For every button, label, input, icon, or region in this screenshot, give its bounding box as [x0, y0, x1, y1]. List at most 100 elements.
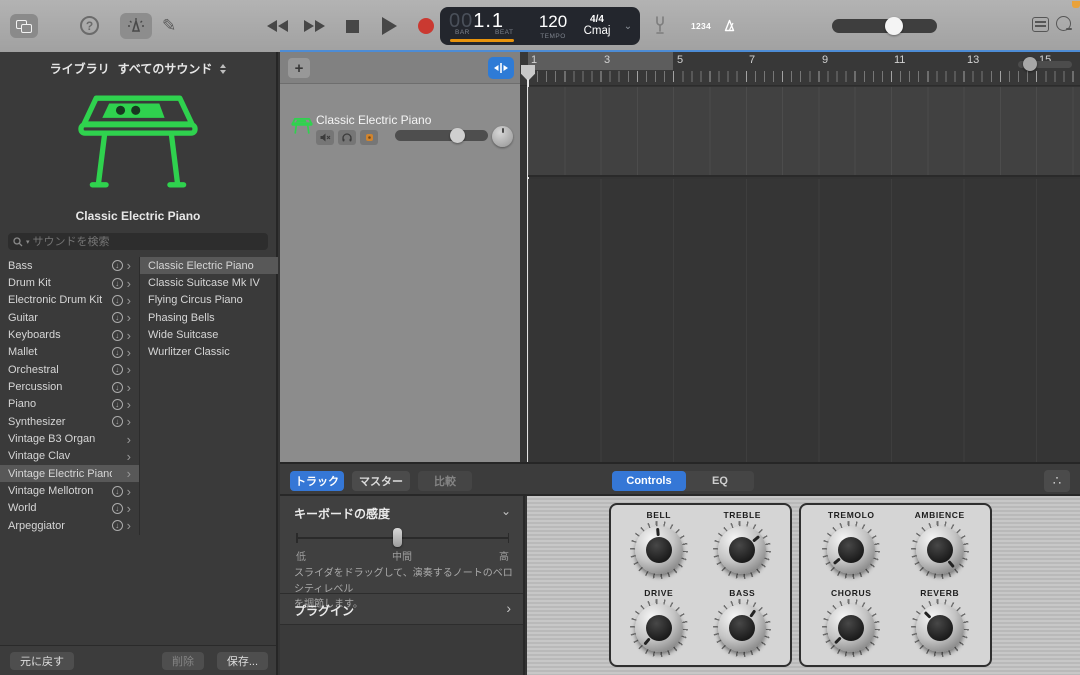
tab-eq[interactable]: EQ: [686, 471, 754, 491]
updown-chevrons-icon[interactable]: [220, 64, 226, 74]
master-volume-knob[interactable]: [885, 17, 903, 35]
rewind-button[interactable]: [266, 16, 290, 36]
download-icon[interactable]: ↓: [112, 295, 123, 306]
bass-knob[interactable]: [713, 599, 771, 657]
smart-controls-expand-button[interactable]: ∴: [1044, 470, 1070, 492]
category-row[interactable]: Vintage Mellotron↓›: [0, 482, 139, 499]
zoom-slider-knob[interactable]: [1023, 57, 1037, 71]
tab-controls[interactable]: Controls: [612, 471, 686, 491]
track-lane[interactable]: [528, 87, 1080, 177]
sound-row[interactable]: Phasing Bells: [140, 309, 278, 326]
chorus-knob[interactable]: [822, 599, 880, 657]
reverb-knob[interactable]: [911, 599, 969, 657]
dots-triangle-icon: ∴: [1053, 473, 1061, 489]
category-row[interactable]: Arpeggiator↓›: [0, 517, 139, 534]
category-row[interactable]: Synthesizer↓›: [0, 413, 139, 430]
tuning-fork-icon[interactable]: [653, 16, 667, 34]
library-sidebar: ライブラリ すべてのサウンド Classic Electric Piano: [0, 52, 278, 675]
chevron-right-icon: ›: [127, 398, 131, 411]
track-pan-knob[interactable]: [492, 126, 513, 147]
lcd-chevron-down-icon[interactable]: ⌄: [618, 21, 638, 32]
fast-forward-button[interactable]: [303, 16, 327, 36]
track-name[interactable]: Classic Electric Piano: [316, 113, 431, 127]
download-icon[interactable]: ↓: [112, 330, 123, 341]
bell-knob[interactable]: [630, 521, 688, 579]
undo-button[interactable]: 元に戻す: [10, 652, 74, 670]
category-row[interactable]: Orchestral↓›: [0, 361, 139, 378]
editor-toggle-icon[interactable]: [1032, 17, 1049, 32]
sound-row[interactable]: Flying Circus Piano: [140, 292, 278, 309]
sound-row[interactable]: Classic Suitcase Mk IV: [140, 274, 278, 291]
chevron-right-icon: ›: [127, 346, 131, 359]
catch-playhead-button[interactable]: [488, 57, 514, 79]
download-icon[interactable]: ↓: [112, 278, 123, 289]
tremolo-knob[interactable]: [822, 521, 880, 579]
category-row[interactable]: Guitar↓›: [0, 309, 139, 326]
bar-ruler[interactable]: 1 3 5 7 9 11 13 15: [520, 52, 1080, 86]
metronome-settings-button[interactable]: [120, 13, 152, 39]
master-volume-slider[interactable]: [832, 19, 937, 33]
download-icon[interactable]: ↓: [112, 312, 123, 323]
download-icon[interactable]: ↓: [112, 364, 123, 375]
sensitivity-slider-handle[interactable]: [393, 528, 402, 547]
drive-knob[interactable]: [630, 599, 688, 657]
sound-row[interactable]: Wurlitzer Classic: [140, 344, 278, 361]
sound-row[interactable]: Wide Suitcase: [140, 326, 278, 343]
save-button[interactable]: 保存...: [217, 652, 268, 670]
download-icon[interactable]: ↓: [112, 399, 123, 410]
plugins-row[interactable]: プラグイン: [294, 602, 354, 619]
category-row[interactable]: Percussion↓›: [0, 378, 139, 395]
pencil-icon[interactable]: ✎: [162, 16, 176, 36]
help-button[interactable]: ?: [80, 16, 99, 35]
lcd-tempo[interactable]: 120 TEMPO: [530, 12, 576, 40]
tab-master[interactable]: マスター: [352, 471, 410, 491]
input-monitor-button[interactable]: [360, 130, 378, 145]
record-button[interactable]: [414, 16, 438, 36]
add-track-button[interactable]: +: [288, 58, 310, 78]
category-row[interactable]: Vintage Clav↓›: [0, 448, 139, 465]
count-in-button[interactable]: 1234: [687, 14, 715, 37]
knob-group-effects: TREMOLO AMBIENCE CHORUS REVERB: [799, 503, 992, 667]
sensitivity-slider-track[interactable]: [296, 537, 509, 539]
stop-button[interactable]: [340, 16, 364, 36]
category-row[interactable]: Vintage B3 Organ↓›: [0, 430, 139, 447]
download-icon[interactable]: ↓: [112, 486, 123, 497]
lcd-display[interactable]: 001.1 BAR BEAT 120 TEMPO 4/4 Cmaj ⌄: [440, 7, 640, 45]
sound-search-box[interactable]: ▾: [8, 233, 268, 250]
ambience-knob[interactable]: [911, 521, 969, 579]
toolbar: ? ✎ ⇄ 001.1 BAR BEAT: [0, 0, 1080, 52]
search-input[interactable]: [33, 236, 233, 248]
mute-button[interactable]: [316, 130, 334, 145]
library-toggle-button[interactable]: [10, 14, 38, 38]
category-row[interactable]: Bass↓›: [0, 257, 139, 274]
download-icon[interactable]: ↓: [112, 503, 123, 514]
category-row[interactable]: Electronic Drum Kit↓›: [0, 292, 139, 309]
horizontal-zoom-slider[interactable]: [1018, 61, 1072, 68]
category-row[interactable]: Keyboards↓›: [0, 326, 139, 343]
category-row[interactable]: Drum Kit↓›: [0, 274, 139, 291]
category-row[interactable]: World↓›: [0, 500, 139, 517]
chevron-right-icon[interactable]: ›: [506, 600, 511, 616]
metronome-button[interactable]: [717, 14, 742, 37]
collapse-chevron-icon[interactable]: ⌄: [501, 504, 511, 518]
treble-knob[interactable]: [713, 521, 771, 579]
lcd-key-signature[interactable]: 4/4 Cmaj: [576, 14, 618, 39]
download-icon[interactable]: ↓: [112, 260, 123, 271]
download-icon[interactable]: ↓: [112, 520, 123, 531]
play-button[interactable]: [377, 16, 401, 36]
category-row[interactable]: Mallet↓›: [0, 344, 139, 361]
download-icon[interactable]: ↓: [112, 382, 123, 393]
sound-row-selected[interactable]: Classic Electric Piano: [140, 257, 278, 274]
track-volume-slider[interactable]: [395, 130, 488, 141]
sound-filter-popup[interactable]: すべてのサウンド: [118, 60, 213, 77]
smart-controls-panel: BELL TREBLE DRIVE BASS TREMOLO AMBI: [527, 496, 1080, 675]
download-icon[interactable]: ↓: [112, 416, 123, 427]
track-volume-knob[interactable]: [450, 128, 465, 143]
tab-track[interactable]: トラック: [290, 471, 344, 491]
category-row-selected[interactable]: Vintage Electric Piano↓›: [0, 465, 139, 482]
ruler-section-band: [528, 52, 673, 70]
empty-arrange-area[interactable]: [528, 179, 1080, 462]
category-row[interactable]: Piano↓›: [0, 396, 139, 413]
solo-button[interactable]: [338, 130, 356, 145]
download-icon[interactable]: ↓: [112, 347, 123, 358]
